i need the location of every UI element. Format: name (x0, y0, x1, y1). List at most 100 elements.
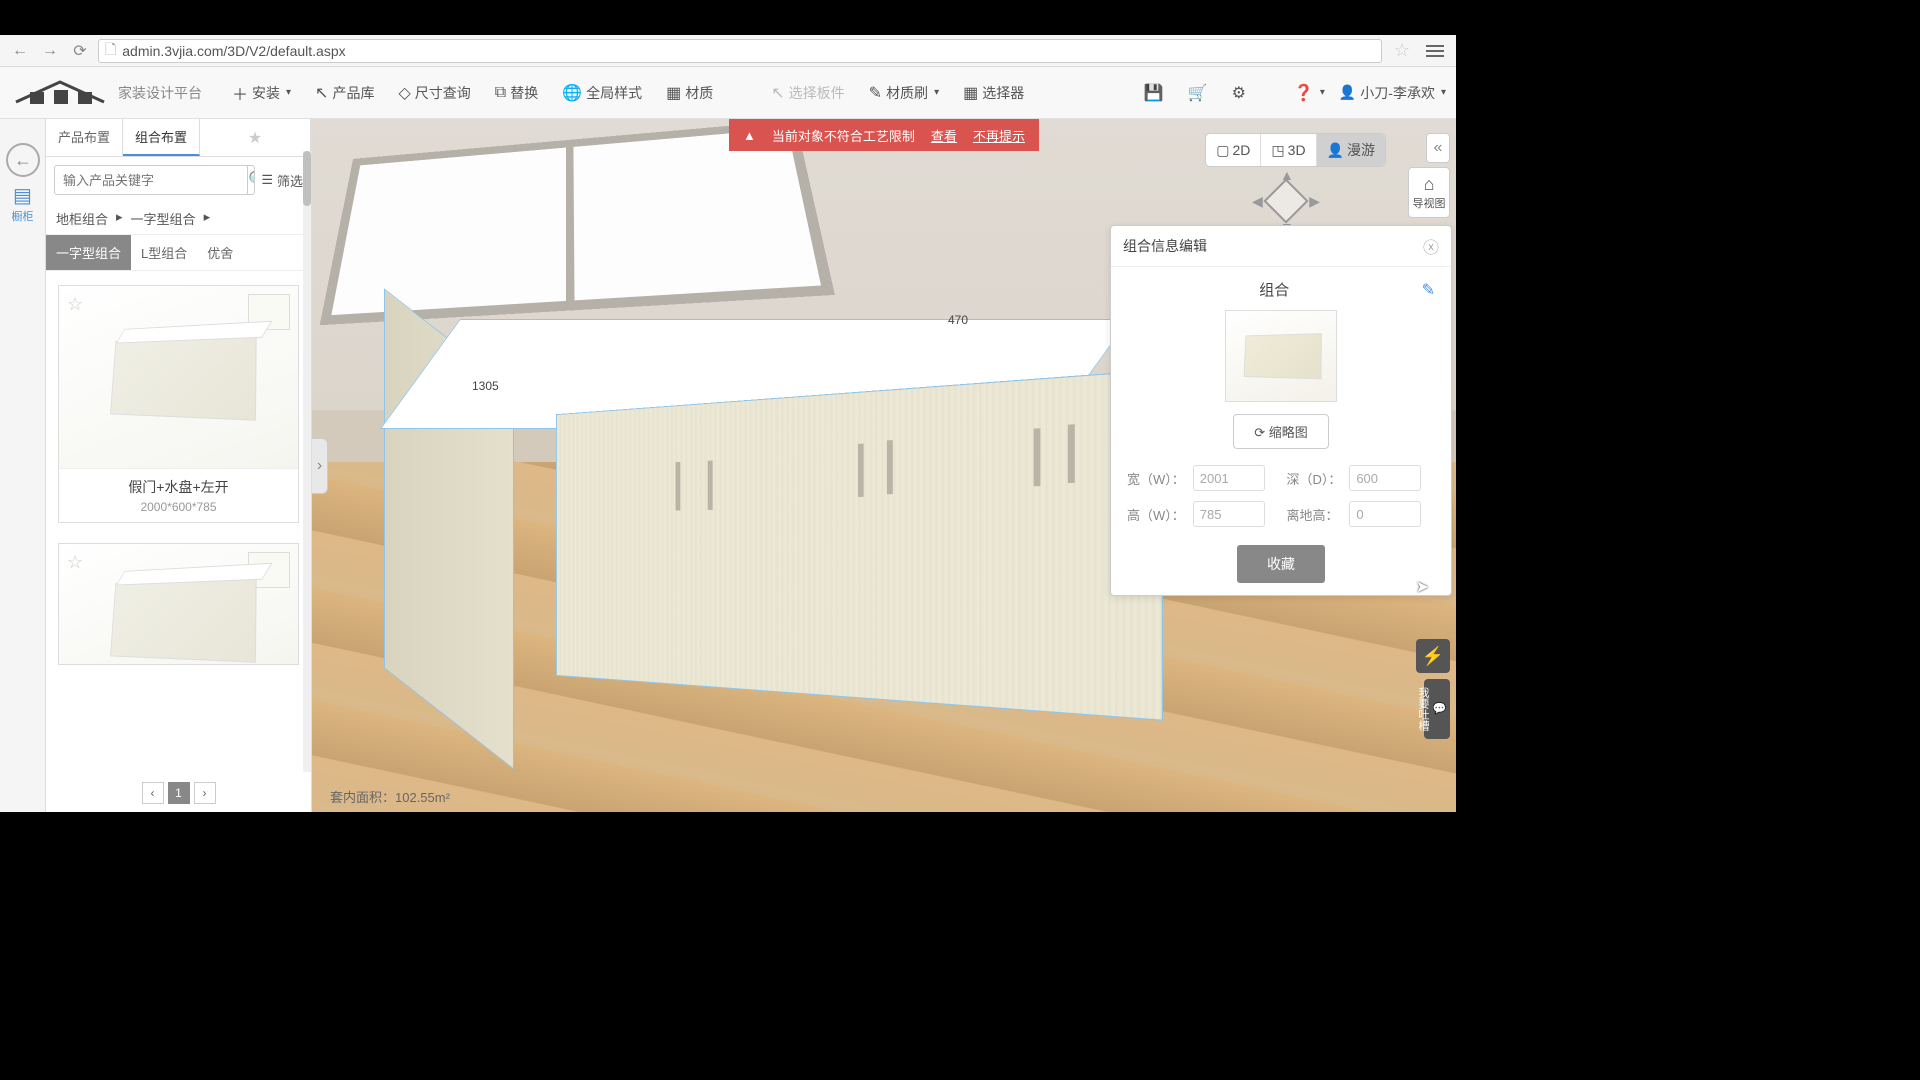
breadcrumb-item[interactable]: 地柜组合 (56, 209, 108, 228)
favorite-star-icon[interactable]: ☆ (67, 294, 83, 315)
filter-button[interactable]: ☰筛选 (261, 171, 303, 190)
arrow-right-icon: ▶ (1309, 193, 1320, 210)
browser-back[interactable]: ← (8, 39, 32, 63)
dimension-query-button[interactable]: ◇尺寸查询 (388, 77, 480, 109)
thumbnail-button[interactable]: 缩略图 (1233, 414, 1329, 449)
back-circle-button[interactable]: ← (6, 143, 40, 177)
quick-action-button[interactable]: ⚡ (1416, 639, 1450, 673)
user-icon: 👤 (1339, 84, 1356, 101)
replace-button[interactable]: ⧉替换 (485, 77, 548, 109)
view-roam-button[interactable]: 👤漫游 (1317, 134, 1385, 166)
gear-icon: ⚙ (1232, 83, 1246, 103)
panel-collapse-button[interactable]: « (1426, 133, 1450, 163)
breadcrumb-item[interactable]: 一字型组合 (131, 209, 196, 228)
arrow-up-icon: ▲ (1280, 167, 1294, 183)
caret-down-icon: ▾ (1320, 87, 1325, 98)
navigation-compass[interactable]: ▲ ▼ ◀ ▶ (1256, 171, 1316, 231)
ground-height-input[interactable] (1349, 501, 1421, 527)
cabinet-model[interactable] (390, 319, 1090, 679)
save-icon: 💾 (1144, 83, 1164, 103)
tab-favorites[interactable]: ★ (200, 119, 311, 156)
feedback-button[interactable]: 💬 我要吐槽 (1424, 679, 1450, 739)
warning-bar: ▲ 当前对象不符合工艺限制 查看 不再提示 (729, 119, 1039, 151)
replace-icon: ⧉ (495, 84, 506, 102)
search-icon: 🔍 (248, 170, 255, 190)
panel-title: 组合信息编辑 (1123, 236, 1207, 256)
tab-product-layout[interactable]: 产品布置 (46, 119, 123, 156)
pointer-icon: ↖ (771, 83, 784, 103)
material-icon: ▦ (666, 83, 681, 103)
cursor-icon: ➤ (1416, 577, 1429, 597)
app-logo (10, 76, 110, 110)
subtab-youshe[interactable]: 优舍 (197, 235, 243, 270)
chevron-right-icon: ▸ (116, 209, 123, 228)
warning-view-link[interactable]: 查看 (931, 126, 957, 145)
warning-dismiss-link[interactable]: 不再提示 (973, 126, 1025, 145)
help-button[interactable]: ❓▾ (1284, 77, 1335, 109)
caret-down-icon: ▾ (934, 87, 939, 98)
pager-prev[interactable]: ‹ (142, 782, 164, 804)
bookmark-star-icon[interactable]: ☆ (1394, 40, 1410, 61)
product-library-button[interactable]: ↖产品库 (305, 77, 384, 109)
cabinet-icon: ▤ (13, 183, 32, 208)
favorite-star-icon[interactable]: ☆ (67, 552, 83, 573)
depth-input[interactable] (1349, 465, 1421, 491)
user-menu[interactable]: 👤小刀-李承欢▾ (1339, 83, 1446, 103)
plus-icon: ＋ (232, 81, 248, 105)
bolt-icon: ⚡ (1422, 646, 1444, 667)
height-input[interactable] (1193, 501, 1265, 527)
save-button[interactable]: 💾 (1134, 77, 1174, 109)
browser-menu-icon[interactable] (1422, 41, 1448, 61)
cube-icon: ◳ (1271, 142, 1284, 159)
material-button[interactable]: ▦材质 (656, 77, 723, 109)
subtab-straight[interactable]: 一字型组合 (46, 235, 131, 270)
chat-icon: 💬 (1433, 702, 1446, 715)
search-button[interactable]: 🔍 (247, 166, 255, 194)
favorite-button[interactable]: 收藏 (1237, 545, 1325, 583)
search-input[interactable] (55, 166, 247, 194)
grid-icon: ▦ (963, 83, 978, 103)
product-preview (110, 577, 257, 663)
browser-reload[interactable]: ⟳ (68, 39, 92, 63)
url-bar[interactable]: 🗋 admin.3vjia.com/3D/V2/default.aspx (98, 39, 1382, 63)
properties-panel: 组合信息编辑 ⓧ 组合 ✎ 缩略图 宽（W）： 深（D）： (1110, 225, 1452, 596)
viewport-3d[interactable]: 1305 470 套内面积：102.55m² ▲ 当前对象不符合工艺限制 查看 … (312, 119, 1456, 812)
product-card[interactable]: ☆ 假门+水盘+左开 2000*600*785 (58, 285, 299, 523)
arrow-left-icon: ◀ (1252, 193, 1263, 210)
area-label: 套内面积：102.55m² (330, 787, 450, 806)
square-icon: ▢ (1216, 142, 1229, 159)
product-card[interactable]: ☆ (58, 543, 299, 665)
pager-page[interactable]: 1 (168, 782, 190, 804)
view-2d-button[interactable]: ▢2D (1206, 134, 1261, 166)
install-button[interactable]: ＋安装▾ (222, 75, 301, 111)
global-style-button[interactable]: 🌐全局样式 (552, 77, 652, 109)
person-icon: 👤 (1327, 142, 1344, 159)
settings-button[interactable]: ⚙ (1222, 77, 1256, 109)
subtab-l-shape[interactable]: L型组合 (131, 235, 197, 270)
nav-map-button[interactable]: ⌂导视图 (1408, 167, 1450, 218)
list-icon: ☰ (261, 172, 273, 188)
tab-combo-layout[interactable]: 组合布置 (123, 119, 200, 156)
sidebar-collapse-handle[interactable]: › (312, 438, 328, 494)
cart-button[interactable]: 🛒 (1178, 77, 1218, 109)
material-brush-button[interactable]: ✎材质刷▾ (859, 77, 949, 109)
panel-subtitle: 组合 (1127, 279, 1422, 300)
ruler-icon: ◇ (398, 83, 410, 103)
pager-next[interactable]: › (194, 782, 216, 804)
width-input[interactable] (1193, 465, 1265, 491)
caret-down-icon: ▾ (1441, 87, 1446, 98)
width-label: 宽（W）： (1127, 469, 1185, 488)
home-icon: ⌂ (1424, 174, 1435, 195)
brush-icon: ✎ (869, 83, 882, 103)
panel-close-button[interactable]: ⓧ (1423, 234, 1439, 258)
selector-button[interactable]: ▦选择器 (953, 77, 1034, 109)
sidebar-scrollbar[interactable] (303, 151, 311, 772)
edit-icon[interactable]: ✎ (1422, 280, 1435, 300)
logo-subtitle: 家装设计平台 (118, 83, 202, 103)
view-3d-button[interactable]: ◳3D (1261, 134, 1316, 166)
select-panel-button[interactable]: ↖选择板件 (761, 77, 854, 109)
globe-icon: 🌐 (562, 83, 582, 103)
dimension-label: 1305 (472, 379, 499, 393)
browser-forward[interactable]: → (38, 39, 62, 63)
dock-item-cabinet[interactable]: ▤ 橱柜 (8, 179, 38, 228)
